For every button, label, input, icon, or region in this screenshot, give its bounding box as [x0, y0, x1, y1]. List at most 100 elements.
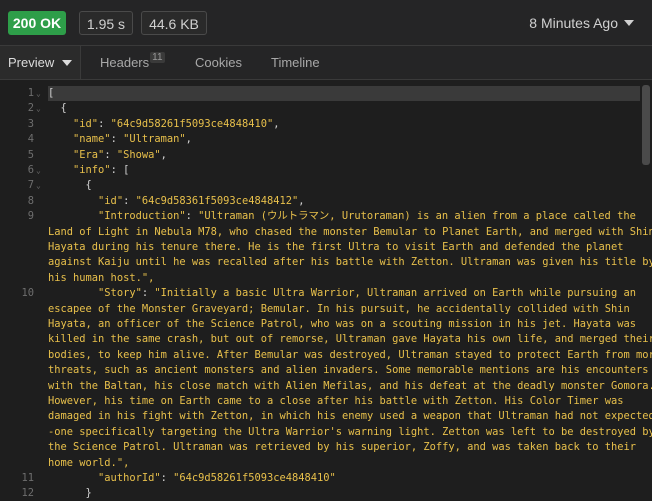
fold-chevron-icon[interactable]: ⌄ [36, 178, 41, 193]
json-value: "Ultraman (ウルトラマン, Urutoraman) is an ali… [198, 210, 636, 223]
json-value: "64c9d58261f5093ce4848410" [110, 117, 274, 130]
code-line: 1 ⌄ [ [0, 86, 652, 101]
chevron-down-icon [624, 20, 634, 26]
json-value: "64c9d58361f5093ce4848412" [135, 194, 299, 207]
json-value: "Ultraman" [123, 133, 186, 146]
line-number: 11 [21, 472, 34, 484]
code-text: "Story": "Initially a basic Ultra Warrio… [98, 287, 637, 300]
code-text: against Kaiju until he was recalled afte… [48, 256, 652, 269]
response-tabs: Preview Headers 11 Cookies Timeline [0, 46, 652, 80]
code-line: Hayata, an officer of the Science Patrol… [0, 317, 652, 332]
response-size-badge: 44.6 KB [141, 11, 207, 35]
tab-cookies[interactable]: Cookies [195, 46, 242, 79]
code-line: threats, such as ancient monsters and al… [0, 363, 652, 378]
line-number: 4 [27, 133, 34, 146]
json-key: "Introduction" [98, 210, 186, 223]
code-line: 3 "id": "64c9d58261f5093ce4848410", [0, 117, 652, 132]
code-text: -one specifically targeting the Ultra Wa… [48, 425, 652, 438]
code-text: { [48, 179, 92, 192]
fold-chevron-icon[interactable]: ⌄ [36, 163, 41, 178]
tab-preview-label: Preview [8, 55, 55, 70]
code-line: However, his time on Earth came to a clo… [0, 394, 652, 409]
code-text: damaged in his fight with Zetton, in whi… [48, 410, 652, 423]
code-line: Hayata during his tenure there. He is th… [0, 240, 652, 255]
fold-chevron-icon[interactable]: ⌄ [36, 101, 41, 116]
tab-headers-label: Headers [100, 55, 150, 70]
response-time-badge: 1.95 s [79, 11, 133, 35]
code-text: However, his time on Earth came to a clo… [48, 395, 624, 407]
code-text: "info": [ [73, 164, 130, 176]
line-number: 2 [27, 102, 34, 115]
tab-timeline[interactable]: Timeline [271, 46, 320, 79]
tab-preview[interactable]: Preview [0, 46, 80, 79]
json-key: "Era" [73, 148, 105, 161]
chevron-down-icon [62, 59, 73, 66]
json-preview-editor[interactable]: 1 ⌄[2 ⌄ {3 "id": "64c9d58261f5093ce4848410… [0, 81, 652, 501]
line-number: 1 [27, 87, 34, 99]
code-text: [ [48, 87, 55, 99]
json-value: "Showa" [116, 148, 161, 161]
code-text: bodies, to keep him alive. After Bemular… [48, 348, 652, 361]
line-number: 3 [27, 117, 34, 130]
code-line: damaged in his fight with Zetton, in whi… [0, 409, 652, 424]
code-text: Hayata during his tenure there. He is th… [48, 241, 624, 253]
json-key: "id" [98, 194, 124, 207]
code-line: 8 "id": "64c9d58361f5093ce4848412", [0, 194, 652, 209]
code-line: Land of Light in Nebula M78, who chased … [0, 225, 652, 240]
editor-scrollbar[interactable] [642, 85, 650, 165]
code-text: threats, such as ancient monsters and al… [48, 364, 649, 377]
code-text: "id": "64c9d58361f5093ce4848412", [98, 194, 305, 207]
response-history-dropdown[interactable]: 8 Minutes Ago [529, 11, 634, 35]
tab-divider [80, 46, 81, 79]
code-text: killed in the same crash, but out of rem… [48, 333, 652, 346]
json-value: [ [123, 164, 130, 176]
code-text: } [48, 487, 92, 500]
line-number: 10 [21, 287, 34, 300]
code-text: his human host.", [48, 271, 155, 284]
code-text: escapee of the Monster Graveyard; Bemula… [48, 302, 630, 315]
code-line: bodies, to keep him alive. After Bemular… [0, 348, 652, 363]
code-line: 5 "Era": "Showa", [0, 148, 652, 163]
code-text: "name": "Ultraman", [73, 133, 192, 146]
line-number: 7 [27, 179, 34, 192]
json-key: "info" [73, 164, 111, 176]
json-key: "id" [73, 117, 99, 130]
code-line: his human host.", [0, 271, 652, 286]
json-key: "Story" [98, 287, 142, 300]
code-line: against Kaiju until he was recalled afte… [0, 255, 652, 270]
line-number: 12 [21, 487, 34, 500]
json-key: "name" [73, 133, 111, 146]
code-text: home world.", [48, 456, 130, 469]
code-line: with the Baltan, his close match with Al… [0, 379, 652, 394]
code-line: 9 "Introduction": "Ultraman (ウルトラマン, Uru… [0, 209, 652, 224]
code-text: the Science Patrol. Ultraman was retriev… [48, 441, 637, 454]
code-line: 12 } [0, 486, 652, 501]
code-line: escapee of the Monster Graveyard; Bemula… [0, 302, 652, 317]
code-line: 11 "authorId": "64c9d58261f5093ce4848410… [0, 471, 652, 486]
line-number: 5 [27, 148, 34, 161]
line-number: 8 [27, 194, 34, 207]
code-text: with the Baltan, his close match with Al… [48, 379, 652, 392]
code-text: "Introduction": "Ultraman (ウルトラマン, Uruto… [98, 210, 636, 223]
code-line: 2 ⌄ { [0, 101, 652, 116]
code-line: -one specifically targeting the Ultra Wa… [0, 425, 652, 440]
code-line: 10 "Story": "Initially a basic Ultra War… [0, 286, 652, 301]
tab-headers[interactable]: Headers 11 [100, 46, 165, 79]
code-text: Hayata, an officer of the Science Patrol… [48, 318, 637, 330]
history-label: 8 Minutes Ago [529, 15, 618, 31]
code-line: killed in the same crash, but out of rem… [0, 332, 652, 347]
code-text: Land of Light in Nebula M78, who chased … [48, 225, 652, 238]
code-line: home world.", [0, 456, 652, 471]
line-number: 9 [27, 210, 34, 223]
code-text: { [48, 102, 67, 115]
code-line: the Science Patrol. Ultraman was retriev… [0, 440, 652, 455]
response-status-bar: 200 OK 1.95 s 44.6 KB 8 Minutes Ago [0, 0, 652, 46]
json-key: "authorId" [98, 472, 161, 484]
code-text: "authorId": "64c9d58261f5093ce4848410" [98, 472, 336, 484]
headers-count-badge: 11 [150, 52, 165, 63]
json-value: "64c9d58261f5093ce4848410" [173, 472, 336, 484]
fold-chevron-icon[interactable]: ⌄ [36, 86, 41, 101]
code-line: 4 "name": "Ultraman", [0, 132, 652, 147]
json-value: "Initially a basic Ultra Warrior, Ultram… [154, 287, 637, 300]
code-line: 6 ⌄ "info": [ [0, 163, 652, 178]
